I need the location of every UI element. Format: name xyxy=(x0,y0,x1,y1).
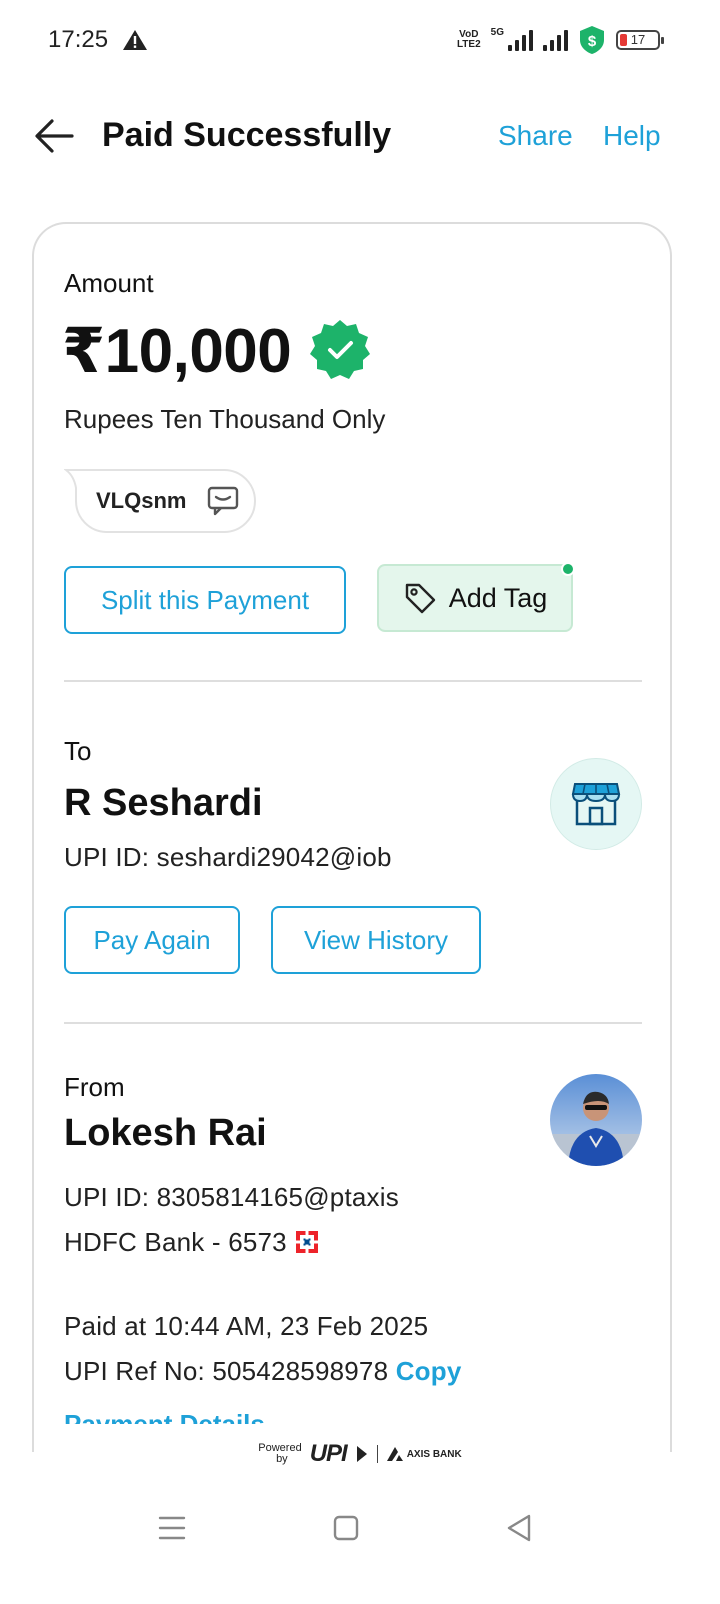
to-label: To xyxy=(64,736,92,766)
payer-upi-id: UPI ID: 8305814165@ptaxis xyxy=(64,1182,399,1212)
payer-bank-text: HDFC Bank - 6573 xyxy=(64,1227,287,1257)
hdfc-bank-icon xyxy=(294,1230,319,1254)
back-arrow-icon[interactable] xyxy=(32,116,76,156)
svg-text:$: $ xyxy=(588,33,597,50)
merchant-avatar xyxy=(550,758,642,850)
axis-bank-icon xyxy=(386,1447,403,1461)
payer-avatar xyxy=(550,1074,642,1166)
status-bar: 17:25 VoD LTE2 5G $ 17 xyxy=(0,0,720,84)
payee-name: R Seshardi xyxy=(64,782,263,824)
upi-arrow-icon xyxy=(356,1446,367,1462)
payment-note: VLQsnm xyxy=(64,468,258,534)
shield-dollar-icon: $ xyxy=(580,26,604,54)
share-button[interactable]: Share xyxy=(498,120,573,152)
payer-bank: HDFC Bank - 6573 xyxy=(64,1227,319,1258)
menu-icon[interactable] xyxy=(152,1510,192,1546)
view-history-button[interactable]: View History xyxy=(271,906,481,974)
verified-check-icon xyxy=(310,320,370,379)
copy-button[interactable]: Copy xyxy=(396,1356,462,1386)
add-tag-label: Add Tag xyxy=(448,582,548,613)
back-icon[interactable] xyxy=(500,1510,540,1546)
amount-in-words: Rupees Ten Thousand Only xyxy=(64,404,386,434)
battery-icon: 17 xyxy=(616,30,664,50)
help-button[interactable]: Help xyxy=(603,120,661,152)
network-type: 5G xyxy=(490,26,504,38)
add-tag-button[interactable]: Add Tag xyxy=(377,562,575,632)
tag-icon xyxy=(405,583,435,614)
note-text: VLQsnm xyxy=(96,488,187,513)
new-indicator-dot xyxy=(561,562,575,576)
message-icon xyxy=(207,486,239,516)
signal-icon-2 xyxy=(543,29,568,51)
separator xyxy=(376,1445,378,1463)
divider xyxy=(64,680,642,682)
system-nav-bar xyxy=(0,1500,720,1560)
page-title: Paid Successfully xyxy=(102,116,392,154)
profile-photo xyxy=(550,1074,642,1166)
warning-icon xyxy=(123,30,147,50)
axis-bank-logo: AXIS BANK xyxy=(386,1446,462,1462)
status-time: 17:25 xyxy=(48,26,109,53)
payment-card: Amount ₹10,000 Rupees Ten Thousand Only … xyxy=(32,222,672,1452)
upi-ref: UPI Ref No: 505428598978 Copy xyxy=(64,1356,462,1387)
amount-label: Amount xyxy=(64,268,154,298)
header: Paid Successfully Share Help xyxy=(0,100,720,172)
powered-by-footer: Powered by UPI AXIS BANK xyxy=(0,1436,720,1472)
pay-again-button[interactable]: Pay Again xyxy=(64,906,240,974)
volte-indicator: VoD LTE2 xyxy=(456,29,481,50)
payee-upi-id: UPI ID: seshardi29042@iob xyxy=(64,842,392,872)
store-icon xyxy=(571,783,621,826)
split-payment-button[interactable]: Split this Payment xyxy=(64,566,346,634)
paid-at: Paid at 10:44 AM, 23 Feb 2025 xyxy=(64,1311,429,1341)
powered-by-label: Powered by xyxy=(258,1442,302,1465)
from-label: From xyxy=(64,1072,125,1102)
payer-name: Lokesh Rai xyxy=(64,1112,267,1154)
signal-icon xyxy=(508,29,533,51)
amount-value: ₹10,000 xyxy=(62,317,292,386)
upi-ref-text: UPI Ref No: 505428598978 xyxy=(64,1356,389,1386)
home-icon[interactable] xyxy=(326,1510,366,1546)
upi-logo: UPI xyxy=(309,1440,348,1467)
payment-details-link[interactable]: Payment Details xyxy=(64,1410,265,1424)
divider xyxy=(64,1022,642,1024)
